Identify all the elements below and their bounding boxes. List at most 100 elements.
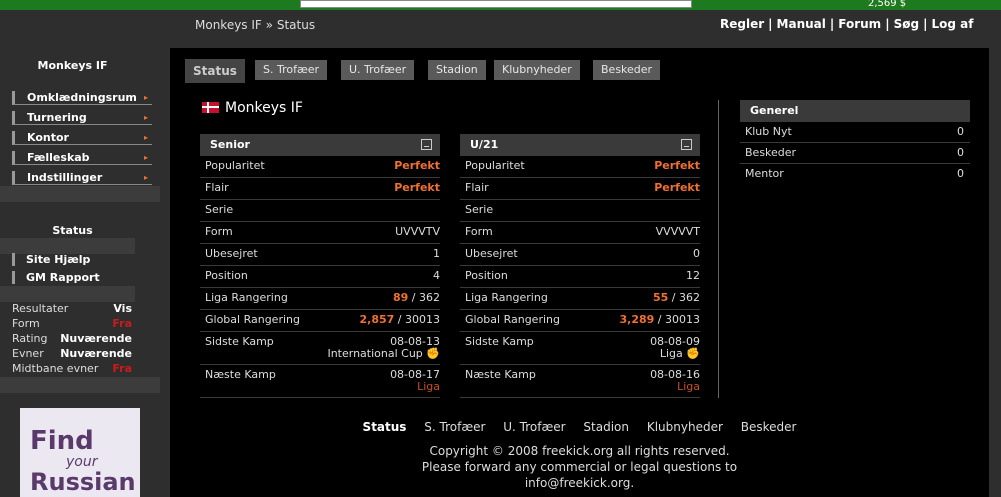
stat-row: Liga Rangering 89 / 362 bbox=[200, 288, 440, 310]
footer-link-beskeder[interactable]: Beskeder bbox=[741, 420, 797, 434]
footer-link-klubnyheder[interactable]: Klubnyheder bbox=[647, 420, 723, 434]
link-forum[interactable]: Forum bbox=[838, 17, 881, 31]
stat-label: Næste Kamp bbox=[205, 368, 276, 381]
rank-value: 89 bbox=[392, 291, 409, 304]
breadcrumb: Monkeys IF » Status bbox=[195, 18, 315, 32]
link-log-af[interactable]: Log af bbox=[931, 17, 973, 31]
sidebar-divider bbox=[0, 238, 135, 254]
tab-stadion[interactable]: Stadion bbox=[428, 60, 486, 80]
copyright-text: Copyright © 2008 freekick.org all rights… bbox=[429, 444, 730, 458]
stat-label: Form bbox=[205, 225, 233, 238]
status-label: Resultater bbox=[12, 302, 69, 315]
tab-s-trofaeer[interactable]: S. Trofæer bbox=[255, 60, 328, 80]
minimize-icon[interactable] bbox=[421, 139, 432, 150]
stat-value: VVVVVT bbox=[655, 225, 700, 238]
tab-beskeder[interactable]: Beskeder bbox=[593, 60, 661, 80]
sidebar-item-label: Indstillinger bbox=[27, 171, 103, 184]
breadcrumb-separator: » bbox=[265, 18, 273, 32]
sidebar-club-title: Monkeys IF bbox=[37, 59, 108, 72]
contact-email[interactable]: info@freekick.org. bbox=[170, 476, 989, 490]
gm-report-link[interactable]: GM Rapport bbox=[12, 271, 146, 284]
stat-label: Liga Rangering bbox=[465, 291, 548, 304]
status-value-link[interactable]: Nuværende bbox=[60, 332, 132, 345]
sidebar-item-turnering[interactable]: Turnering ▸ bbox=[12, 111, 152, 125]
link-separator: | bbox=[923, 17, 928, 31]
stat-row: Sidste Kamp 08-08-09 Liga ✊ bbox=[460, 332, 700, 365]
stat-label: Popularitet bbox=[205, 159, 265, 172]
stat-label: Næste Kamp bbox=[465, 368, 536, 381]
contact-text: Please forward any commercial or legal q… bbox=[421, 460, 738, 474]
panel-title: Senior bbox=[210, 138, 250, 151]
status-value-link[interactable]: Vis bbox=[113, 302, 132, 315]
sidebar-divider bbox=[0, 377, 160, 393]
banner-search-field[interactable] bbox=[300, 0, 692, 8]
stat-value[interactable]: 08-08-13 International Cup ✊ bbox=[327, 336, 440, 360]
stat-label: Popularitet bbox=[465, 159, 525, 172]
ad-banner[interactable]: Find your Russian bbox=[20, 408, 140, 497]
tab-klubnyheder[interactable]: Klubnyheder bbox=[494, 60, 580, 80]
match-competition: Liga bbox=[677, 380, 700, 393]
breadcrumb-club[interactable]: Monkeys IF bbox=[195, 18, 262, 32]
sidebar-item-label: Fælleskab bbox=[27, 151, 90, 164]
stat-row: Næste Kamp 08-08-16 Liga bbox=[460, 365, 700, 398]
link-separator: | bbox=[885, 17, 890, 31]
ad-line: Russian bbox=[30, 468, 136, 496]
footer-link-stadion[interactable]: Stadion bbox=[583, 420, 629, 434]
link-soeg[interactable]: Søg bbox=[894, 17, 919, 31]
footer-link-u-trofaeer[interactable]: U. Trofæer bbox=[503, 420, 565, 434]
sidebar-item-omkl[interactable]: Omklædningsrum ▸ bbox=[12, 91, 152, 105]
match-competition: International Cup bbox=[327, 347, 423, 360]
stat-value[interactable]: 08-08-09 Liga ✊ bbox=[650, 336, 700, 360]
link-regler[interactable]: Regler bbox=[720, 17, 764, 31]
status-value-link[interactable]: Fra bbox=[112, 362, 132, 375]
link-manual[interactable]: Manual bbox=[777, 17, 826, 31]
rank-total: / 362 bbox=[411, 291, 440, 304]
stat-row: Position 4 bbox=[200, 266, 440, 288]
main-content: Status S. Trofæer U. Trofæer Stadion Klu… bbox=[170, 48, 989, 497]
status-value-link[interactable]: Nuværende bbox=[60, 347, 132, 360]
footer-link-status[interactable]: Status bbox=[363, 420, 407, 434]
sidebar-status-title: Status bbox=[52, 224, 93, 237]
stat-row: Popularitet Perfekt bbox=[200, 156, 440, 178]
status-label: Midtbane evner bbox=[12, 362, 99, 375]
sidebar-item-kontor[interactable]: Kontor ▸ bbox=[12, 131, 152, 145]
stat-label: Liga Rangering bbox=[205, 291, 288, 304]
stat-value[interactable]: 08-08-16 Liga bbox=[650, 369, 700, 393]
status-row-form: Form Fra bbox=[12, 317, 132, 330]
stat-row: Næste Kamp 08-08-17 Liga bbox=[200, 365, 440, 398]
sidebar-item-indstillinger[interactable]: Indstillinger ▸ bbox=[12, 171, 152, 185]
rank-value: 2,857 bbox=[359, 313, 395, 326]
money-balance: 2,569 $ bbox=[868, 0, 907, 9]
stat-row: Form VVVVVT bbox=[460, 222, 700, 244]
stat-value: 89 / 362 bbox=[393, 288, 440, 308]
stat-value[interactable]: 08-08-17 Liga bbox=[390, 369, 440, 393]
panel-header: U/21 bbox=[460, 134, 700, 156]
fist-icon: ✊ bbox=[426, 347, 440, 360]
breadcrumb-current: Status bbox=[276, 18, 316, 32]
stat-label: Flair bbox=[465, 181, 489, 194]
stat-label: Sidste Kamp bbox=[465, 335, 534, 348]
sidebar-item-faelleskab[interactable]: Fælleskab ▸ bbox=[12, 151, 152, 165]
panel-header: Senior bbox=[200, 134, 440, 156]
stat-value: 3,289 / 30013 bbox=[620, 310, 701, 330]
status-row-rating: Rating Nuværende bbox=[12, 332, 132, 345]
tab-status[interactable]: Status bbox=[185, 59, 245, 83]
sidebar-item-label: Kontor bbox=[27, 131, 69, 144]
site-help-link[interactable]: Site Hjælp bbox=[12, 253, 146, 266]
generel-row[interactable]: Mentor 0 bbox=[740, 164, 970, 184]
status-value-link[interactable]: Fra bbox=[112, 317, 132, 330]
stat-row: Popularitet Perfekt bbox=[460, 156, 700, 178]
generel-row[interactable]: Klub Nyt 0 bbox=[740, 122, 970, 143]
generel-label: Mentor bbox=[745, 167, 784, 180]
stat-value: 1 bbox=[433, 247, 440, 260]
stat-value: Perfekt bbox=[394, 181, 440, 194]
tab-u-trofaeer[interactable]: U. Trofæer bbox=[341, 60, 415, 80]
footer-link-s-trofaeer[interactable]: S. Trofæer bbox=[424, 420, 485, 434]
stat-value: 4 bbox=[433, 269, 440, 282]
minimize-icon[interactable] bbox=[681, 139, 692, 150]
arrow-right-icon: ▸ bbox=[143, 173, 148, 182]
stat-label: Serie bbox=[465, 203, 494, 216]
ad-line: Find bbox=[30, 426, 94, 456]
generel-row[interactable]: Beskeder 0 bbox=[740, 143, 970, 164]
stat-row: Serie bbox=[460, 200, 700, 222]
